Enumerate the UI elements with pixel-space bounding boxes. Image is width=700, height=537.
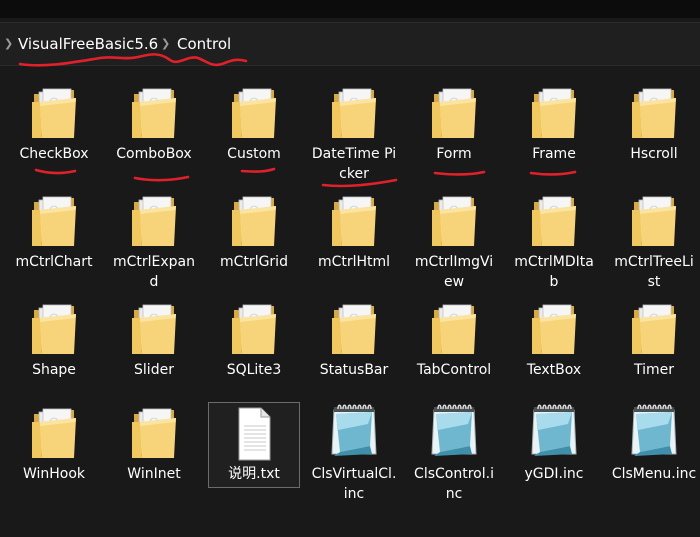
folder-item[interactable]: Custom bbox=[208, 82, 300, 164]
folder-item[interactable]: mCtrlImgView bbox=[408, 190, 500, 292]
item-label: Custom bbox=[227, 146, 281, 162]
folder-item[interactable]: WinHook bbox=[8, 402, 100, 484]
folder-item[interactable]: mCtrlGrid bbox=[208, 190, 300, 272]
file-item[interactable]: ClsControl.inc bbox=[408, 402, 500, 504]
folder-item[interactable]: Shape bbox=[8, 298, 100, 380]
item-label: mCtrlImgView bbox=[414, 254, 494, 290]
folder-icon bbox=[8, 298, 100, 358]
folder-item[interactable]: CheckBox bbox=[8, 82, 100, 164]
item-label: StatusBar bbox=[319, 362, 389, 378]
folder-icon bbox=[508, 190, 600, 250]
folder-item[interactable]: SQLite3 bbox=[208, 298, 300, 380]
notepad-file-icon bbox=[508, 402, 600, 462]
notepad-file-icon bbox=[408, 402, 500, 462]
item-label: TabControl bbox=[416, 362, 492, 378]
text-file-icon bbox=[209, 406, 299, 462]
item-label: 说明.txt bbox=[228, 466, 280, 482]
folder-item[interactable]: mCtrlMDItab bbox=[508, 190, 600, 292]
notepad-file-icon bbox=[308, 402, 400, 462]
folder-icon bbox=[208, 190, 300, 250]
item-label: mCtrlMDItab bbox=[514, 254, 594, 290]
folder-icon bbox=[608, 190, 700, 250]
folder-icon bbox=[308, 82, 400, 142]
item-label: mCtrlChart bbox=[15, 254, 93, 270]
chevron-right-icon[interactable]: ❯ bbox=[161, 23, 170, 65]
folder-icon bbox=[408, 190, 500, 250]
item-label: Frame bbox=[532, 146, 576, 162]
folder-icon bbox=[608, 298, 700, 358]
folder-icon bbox=[108, 82, 200, 142]
breadcrumb-root[interactable]: VisualFreeBasic5.6 bbox=[18, 23, 158, 65]
item-label: Shape bbox=[32, 362, 76, 378]
folder-item[interactable]: Frame bbox=[508, 82, 600, 164]
file-item[interactable]: yGDI.inc bbox=[508, 402, 600, 484]
folder-item[interactable]: Form bbox=[408, 82, 500, 164]
notepad-file-icon bbox=[608, 402, 700, 462]
folder-icon bbox=[8, 82, 100, 142]
breadcrumb-current[interactable]: Control bbox=[177, 23, 231, 65]
file-item-selected[interactable]: 说明.txt bbox=[208, 402, 300, 488]
folder-icon bbox=[108, 190, 200, 250]
item-label: WinInet bbox=[127, 466, 181, 482]
item-label: yGDI.inc bbox=[524, 466, 584, 482]
folder-icon bbox=[8, 190, 100, 250]
folder-item[interactable]: TextBox bbox=[508, 298, 600, 380]
item-label: ClsControl.inc bbox=[414, 466, 494, 502]
item-label: CheckBox bbox=[19, 146, 89, 162]
folder-item[interactable]: mCtrlHtml bbox=[308, 190, 400, 272]
folder-item[interactable]: Hscroll bbox=[608, 82, 700, 164]
item-label: mCtrlGrid bbox=[220, 254, 288, 270]
folder-item[interactable]: mCtrlExpand bbox=[108, 190, 200, 292]
item-label: Hscroll bbox=[630, 146, 678, 162]
file-list: CheckBox ComboBox Custom DateTime Picker For… bbox=[0, 66, 700, 537]
chevron-right-icon[interactable]: ❯ bbox=[4, 23, 13, 65]
folder-item[interactable]: WinInet bbox=[108, 402, 200, 484]
folder-icon bbox=[8, 402, 100, 462]
folder-icon bbox=[208, 298, 300, 358]
folder-item[interactable]: mCtrlChart bbox=[8, 190, 100, 272]
folder-icon bbox=[508, 298, 600, 358]
file-item[interactable]: ClsVirtualCl.inc bbox=[308, 402, 400, 504]
folder-item[interactable]: DateTime Picker bbox=[308, 82, 400, 184]
item-label: Timer bbox=[633, 362, 675, 378]
folder-item[interactable]: ComboBox bbox=[108, 82, 200, 164]
item-label: SQLite3 bbox=[226, 362, 282, 378]
item-label: TextBox bbox=[526, 362, 582, 378]
folder-icon bbox=[408, 298, 500, 358]
item-label: mCtrlExpand bbox=[112, 254, 196, 290]
item-label: DateTime Picker bbox=[311, 146, 397, 182]
item-label: Slider bbox=[134, 362, 174, 378]
item-label: ComboBox bbox=[116, 146, 192, 162]
folder-icon bbox=[108, 298, 200, 358]
address-bar[interactable]: ❯ VisualFreeBasic5.6 ❯ Control bbox=[0, 22, 700, 66]
folder-icon bbox=[308, 190, 400, 250]
item-label: WinHook bbox=[22, 466, 86, 482]
folder-icon bbox=[508, 82, 600, 142]
folder-icon bbox=[208, 82, 300, 142]
window-top-strip bbox=[0, 0, 700, 18]
folder-item[interactable]: Slider bbox=[108, 298, 200, 380]
folder-item[interactable]: TabControl bbox=[408, 298, 500, 380]
folder-icon bbox=[308, 298, 400, 358]
item-label: Form bbox=[436, 146, 472, 162]
folder-icon bbox=[108, 402, 200, 462]
item-label: mCtrlTreeList bbox=[614, 254, 694, 290]
folder-icon bbox=[408, 82, 500, 142]
file-item[interactable]: ClsMenu.inc bbox=[608, 402, 700, 484]
folder-icon bbox=[608, 82, 700, 142]
folder-item[interactable]: mCtrlTreeList bbox=[608, 190, 700, 292]
folder-item[interactable]: Timer bbox=[608, 298, 700, 380]
item-label: ClsMenu.inc bbox=[611, 466, 697, 482]
item-label: ClsVirtualCl.inc bbox=[311, 466, 397, 502]
folder-item[interactable]: StatusBar bbox=[308, 298, 400, 380]
item-label: mCtrlHtml bbox=[317, 254, 391, 270]
